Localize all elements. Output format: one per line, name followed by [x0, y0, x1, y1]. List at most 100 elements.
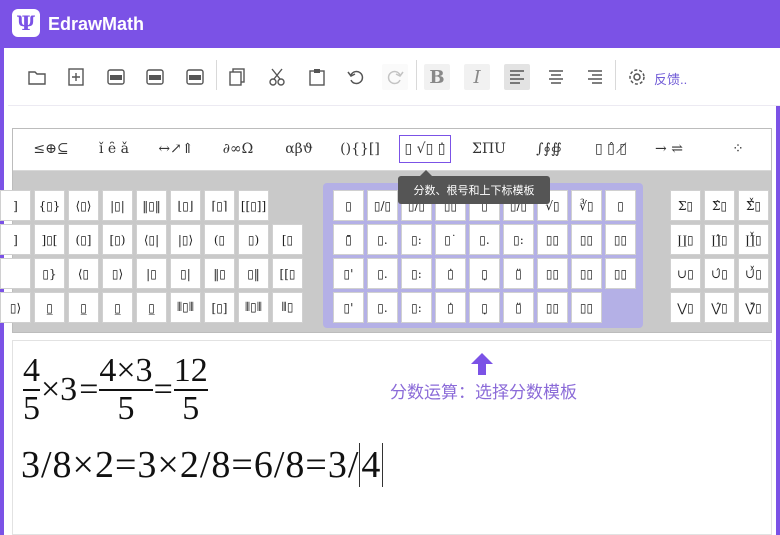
tab-labeled-arrows[interactable]: → ⇌ [649, 135, 689, 163]
fraction-template-button[interactable]: ▯' [333, 292, 364, 323]
bracket-template-button[interactable]: ⟨▯| [136, 224, 167, 255]
bracket-template-button[interactable]: |▯⟩ [170, 224, 201, 255]
bracket-template-button[interactable]: |▯ [136, 258, 167, 289]
fraction-template-button[interactable]: ▯: [401, 258, 432, 289]
redo-icon[interactable] [382, 64, 408, 90]
sum-template-button[interactable]: ∐̂▯ [704, 224, 735, 255]
sum-template-button[interactable]: ⋁̂̌▯ [738, 292, 769, 323]
bold-icon[interactable]: B [424, 64, 450, 90]
fraction-template-button[interactable]: ∛▯ [571, 190, 602, 221]
fraction-template-button[interactable]: ▯̇ [435, 258, 466, 289]
fraction-template-button[interactable]: ▯/▯ [367, 190, 398, 221]
export-tex-icon[interactable] [182, 64, 208, 90]
fraction-template-button[interactable]: ▯˙ [435, 224, 466, 255]
settings-icon[interactable] [624, 64, 650, 90]
bracket-template-button[interactable]: [▯ [272, 224, 303, 255]
copy-icon[interactable] [224, 64, 250, 90]
bracket-template-button[interactable]: ] [0, 224, 31, 255]
fraction[interactable]: 4 5 [23, 353, 40, 427]
fraction-template-button[interactable]: ▯̈ [503, 258, 534, 289]
sum-template-button[interactable]: ∪̂▯ [704, 258, 735, 289]
tab-fractions[interactable]: ▯ √▯ ▯̇ [399, 135, 451, 163]
align-right-icon[interactable] [582, 64, 608, 90]
bracket-template-button[interactable]: ‖▯ [204, 258, 235, 289]
fraction-template-button[interactable]: ▯' [333, 258, 364, 289]
sum-template-button[interactable]: ∐̂̌▯ [738, 224, 769, 255]
tab-accents[interactable]: ǐ ȇ ǎ [87, 135, 141, 163]
fraction-template-button[interactable]: ▯ [333, 190, 364, 221]
sum-template-button[interactable]: ∪̂̌▯ [738, 258, 769, 289]
bracket-template-button[interactable]: ▯) [238, 224, 269, 255]
bracket-template-button[interactable]: ▯̲ [34, 292, 65, 323]
fraction-template-button[interactable]: ▯▯ [605, 258, 636, 289]
bracket-template-button[interactable]: ▯‖ [238, 258, 269, 289]
tab-over-under[interactable]: ▯ ▯̂ ▯̸ [587, 135, 635, 163]
cut-icon[interactable] [264, 64, 290, 90]
bracket-template-button[interactable]: ⟨▯ [68, 258, 99, 289]
bracket-template-button[interactable]: ⦀▯⦀ [170, 292, 201, 323]
fraction-template-button[interactable]: ▯▯ [605, 224, 636, 255]
fraction-template-button[interactable]: ▯: [503, 224, 534, 255]
bracket-template-button[interactable]: ‖▯‖ [136, 190, 167, 221]
fraction-template-button[interactable]: ▯▯ [537, 258, 568, 289]
sum-template-button[interactable]: Σ▯ [670, 190, 701, 221]
fraction-template-button[interactable]: ▯▯ [537, 224, 568, 255]
tab-brackets[interactable]: (){}[] [335, 135, 385, 163]
fraction-template-button[interactable]: ▯. [367, 224, 398, 255]
bracket-template-button[interactable]: ]▯[ [34, 224, 65, 255]
bracket-template-button[interactable]: [▯] [204, 292, 235, 323]
export-png-icon[interactable] [103, 64, 129, 90]
fraction[interactable]: 4×3 5 [99, 353, 153, 427]
tab-greek[interactable]: αβϑ [275, 135, 323, 163]
bracket-template-button[interactable]: |▯| [102, 190, 133, 221]
feedback-link[interactable]: 反馈.. [654, 69, 687, 88]
fraction-template-button[interactable]: ▯: [401, 292, 432, 323]
tab-relations[interactable]: ≤⊕⊆ [27, 135, 75, 163]
bracket-template-button[interactable]: ] [0, 190, 31, 221]
bracket-template-button[interactable]: ▯⟩ [102, 258, 133, 289]
tab-arrows[interactable]: ↔↗⇑ [151, 135, 201, 163]
tab-matrices[interactable]: ⁘ [723, 135, 753, 163]
bracket-template-button[interactable]: [[▯]] [238, 190, 269, 221]
bracket-template-button[interactable]: ▯̲ [102, 292, 133, 323]
fraction-template-button[interactable]: ▯̣ [469, 258, 500, 289]
align-center-icon[interactable] [543, 64, 569, 90]
italic-icon[interactable]: I [464, 64, 490, 90]
fraction-template-button[interactable]: ▯: [401, 224, 432, 255]
bracket-template-button[interactable]: ▯} [34, 258, 65, 289]
fraction[interactable]: 12 5 [173, 353, 208, 427]
paste-icon[interactable] [304, 64, 330, 90]
bracket-template-button[interactable]: ⟨▯⟩ [68, 190, 99, 221]
fraction-template-button[interactable]: ▯ [605, 190, 636, 221]
bracket-template-button[interactable]: (▯ [204, 224, 235, 255]
export-mml-icon[interactable] [142, 64, 168, 90]
sum-template-button[interactable]: Σ̂▯ [704, 190, 735, 221]
bracket-template-button[interactable]: ⦀▯⦀ [238, 292, 269, 323]
tab-sums[interactable]: ΣΠU [465, 135, 513, 163]
sum-template-button[interactable]: ∐▯ [670, 224, 701, 255]
open-icon[interactable] [24, 64, 50, 90]
bracket-template-button[interactable]: ⌈▯⌉ [204, 190, 235, 221]
bracket-template-button[interactable]: ▯| [170, 258, 201, 289]
equation-line-2[interactable]: 3/8×2=3×2/8=6/8=3/4 [21, 443, 384, 487]
fraction-template-button[interactable]: ▯. [469, 224, 500, 255]
fraction-template-button[interactable]: ▯▯ [571, 224, 602, 255]
bracket-template-button[interactable]: ▯̲ [136, 292, 167, 323]
fraction-template-button[interactable]: ▯̄ [333, 224, 364, 255]
tab-misc[interactable]: ∂∞Ω [213, 135, 263, 163]
tab-integrals[interactable]: ∫∮∯ [527, 135, 571, 163]
fraction-template-button[interactable]: ▯. [367, 258, 398, 289]
fraction-template-button[interactable]: ▯̣ [469, 292, 500, 323]
bracket-template-button[interactable]: ⦀▯ [272, 292, 303, 323]
sum-template-button[interactable]: Σ̂̌▯ [738, 190, 769, 221]
align-left-icon[interactable] [504, 64, 530, 90]
new-icon[interactable] [63, 64, 89, 90]
sum-template-button[interactable]: ⋁▯ [670, 292, 701, 323]
bracket-template-button[interactable]: (▯] [68, 224, 99, 255]
sum-template-button[interactable]: ⋁̂▯ [704, 292, 735, 323]
text-cursor-slot[interactable]: 4 [359, 443, 384, 487]
fraction-template-button[interactable]: ▯̈ [503, 292, 534, 323]
fraction-template-button[interactable]: ▯. [367, 292, 398, 323]
fraction-template-button[interactable]: ▯▯ [537, 292, 568, 323]
bracket-template-button[interactable]: ▯⟩ [0, 292, 31, 323]
